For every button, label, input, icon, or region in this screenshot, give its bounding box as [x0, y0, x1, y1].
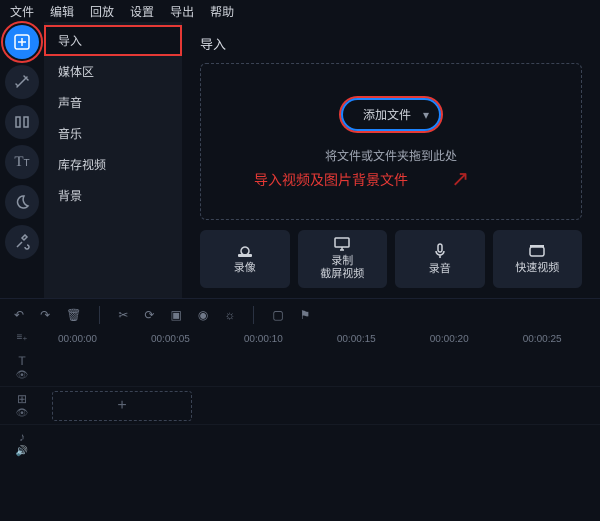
ruler-tick: 00:00:25: [523, 334, 562, 345]
text-track-icon: T: [18, 354, 25, 368]
menu-file[interactable]: 文件: [4, 1, 40, 22]
timeline-toolbar: ↶ ↷ 🗑 ✂ ⟳ ▣ ◉ ☼ ▢ ⚑: [0, 298, 600, 330]
audio-track-icon: ♪: [19, 430, 25, 444]
timeline: T 👁 ⊞ 👁 + ♪ 🔊: [0, 348, 600, 462]
chevron-down-icon[interactable]: ▾: [423, 108, 429, 122]
quick-video-icon: [528, 244, 546, 258]
subpanel-item-music[interactable]: 音乐: [44, 118, 182, 149]
layers-icon[interactable]: ≡₊: [16, 332, 27, 343]
record-screen-button[interactable]: 录制 截屏视频: [298, 230, 388, 288]
menu-bar: 文件 编辑 回放 设置 导出 帮助: [0, 0, 600, 22]
delete-icon[interactable]: 🗑: [66, 308, 81, 322]
subpanel-item-stock[interactable]: 库存视频: [44, 149, 182, 180]
tools-icon: [14, 234, 30, 250]
subpanel-item-import[interactable]: 导入: [44, 25, 182, 56]
record-camera-label: 录像: [234, 262, 256, 275]
drop-zone[interactable]: 添加文件 ▾ ↗ 将文件或文件夹拖到此处 导入视频及图片背景文件: [200, 63, 582, 220]
menu-edit[interactable]: 编辑: [44, 1, 80, 22]
tool-split[interactable]: [5, 105, 39, 139]
tool-settings[interactable]: [5, 225, 39, 259]
ruler-left-controls: ≡₊: [0, 330, 44, 343]
track-body[interactable]: [44, 348, 600, 386]
capture-actions: 录像 录制 截屏视频 录音 快速视频: [200, 230, 582, 288]
ruler-tick: 00:00:00: [58, 334, 97, 345]
quick-video-button[interactable]: 快速视频: [493, 230, 583, 288]
menu-playback[interactable]: 回放: [84, 1, 120, 22]
ruler-tick: 00:00:05: [151, 334, 190, 345]
ruler-tick: 00:00:20: [430, 334, 469, 345]
panel-title: 导入: [200, 34, 582, 53]
separator: [253, 306, 254, 324]
menu-export[interactable]: 导出: [164, 1, 200, 22]
annotation-arrow-icon: ↗: [451, 166, 469, 192]
speaker-icon[interactable]: 🔊: [16, 446, 28, 457]
cut-icon[interactable]: ✂: [118, 308, 128, 322]
eye-icon[interactable]: 👁: [16, 408, 29, 419]
clip-icon[interactable]: ▢: [272, 308, 283, 322]
ruler-tick: 00:00:10: [244, 334, 283, 345]
record-screen-label: 录制 截屏视频: [320, 255, 364, 280]
undo-icon[interactable]: ↶: [14, 308, 24, 322]
tool-import[interactable]: [5, 25, 39, 59]
add-clip-slot[interactable]: +: [52, 391, 192, 421]
track-body[interactable]: +: [44, 387, 600, 424]
crop-icon[interactable]: ▣: [170, 308, 181, 322]
moon-icon: [14, 194, 30, 210]
tool-sidebar: TT: [0, 22, 44, 298]
add-file-label: 添加文件: [363, 106, 411, 123]
ruler-tick: 00:00:15: [337, 334, 376, 345]
video-track-icon: ⊞: [17, 392, 27, 406]
record-dot-icon[interactable]: ◉: [198, 308, 208, 322]
track-head-audio: ♪ 🔊: [0, 430, 44, 457]
annotation-text: 导入视频及图片背景文件: [254, 170, 408, 190]
tool-magic[interactable]: [5, 65, 39, 99]
text-icon: TT: [14, 154, 29, 171]
track-audio[interactable]: ♪ 🔊: [0, 424, 600, 462]
camera-icon: [236, 244, 254, 258]
track-text[interactable]: T 👁: [0, 348, 600, 386]
microphone-icon: [434, 243, 446, 259]
subpanel-item-sound[interactable]: 声音: [44, 87, 182, 118]
drop-hint: 将文件或文件夹拖到此处: [325, 147, 457, 164]
redo-icon[interactable]: ↷: [40, 308, 50, 322]
magic-wand-icon: [14, 74, 30, 90]
add-file-button[interactable]: 添加文件 ▾: [341, 98, 441, 131]
eye-icon[interactable]: 👁: [16, 370, 29, 381]
adjust-icon[interactable]: ☼: [224, 308, 235, 322]
track-head-text: T 👁: [0, 354, 44, 381]
import-plus-icon: [14, 34, 30, 50]
track-head-video: ⊞ 👁: [0, 392, 44, 419]
rotate-icon[interactable]: ⟳: [144, 308, 154, 322]
tool-text[interactable]: TT: [5, 145, 39, 179]
import-subpanel: 导入 媒体区 声音 音乐 库存视频 背景: [44, 22, 182, 298]
menu-help[interactable]: 帮助: [204, 1, 240, 22]
split-icon: [14, 114, 30, 130]
record-camera-button[interactable]: 录像: [200, 230, 290, 288]
subpanel-item-background[interactable]: 背景: [44, 180, 182, 211]
tool-timer[interactable]: [5, 185, 39, 219]
record-audio-label: 录音: [429, 263, 451, 276]
separator: [99, 306, 100, 324]
track-video[interactable]: ⊞ 👁 +: [0, 386, 600, 424]
record-audio-button[interactable]: 录音: [395, 230, 485, 288]
menu-settings[interactable]: 设置: [124, 1, 160, 22]
main-panel: 导入 添加文件 ▾ ↗ 将文件或文件夹拖到此处 导入视频及图片背景文件 录像 录…: [182, 22, 600, 298]
subpanel-item-media[interactable]: 媒体区: [44, 56, 182, 87]
timeline-ruler[interactable]: ≡₊ 00:00:00 00:00:05 00:00:10 00:00:15 0…: [0, 330, 600, 348]
quick-video-label: 快速视频: [515, 262, 559, 275]
track-body[interactable]: [44, 425, 600, 462]
monitor-icon: [333, 237, 351, 251]
marker-icon[interactable]: ⚑: [300, 308, 311, 322]
